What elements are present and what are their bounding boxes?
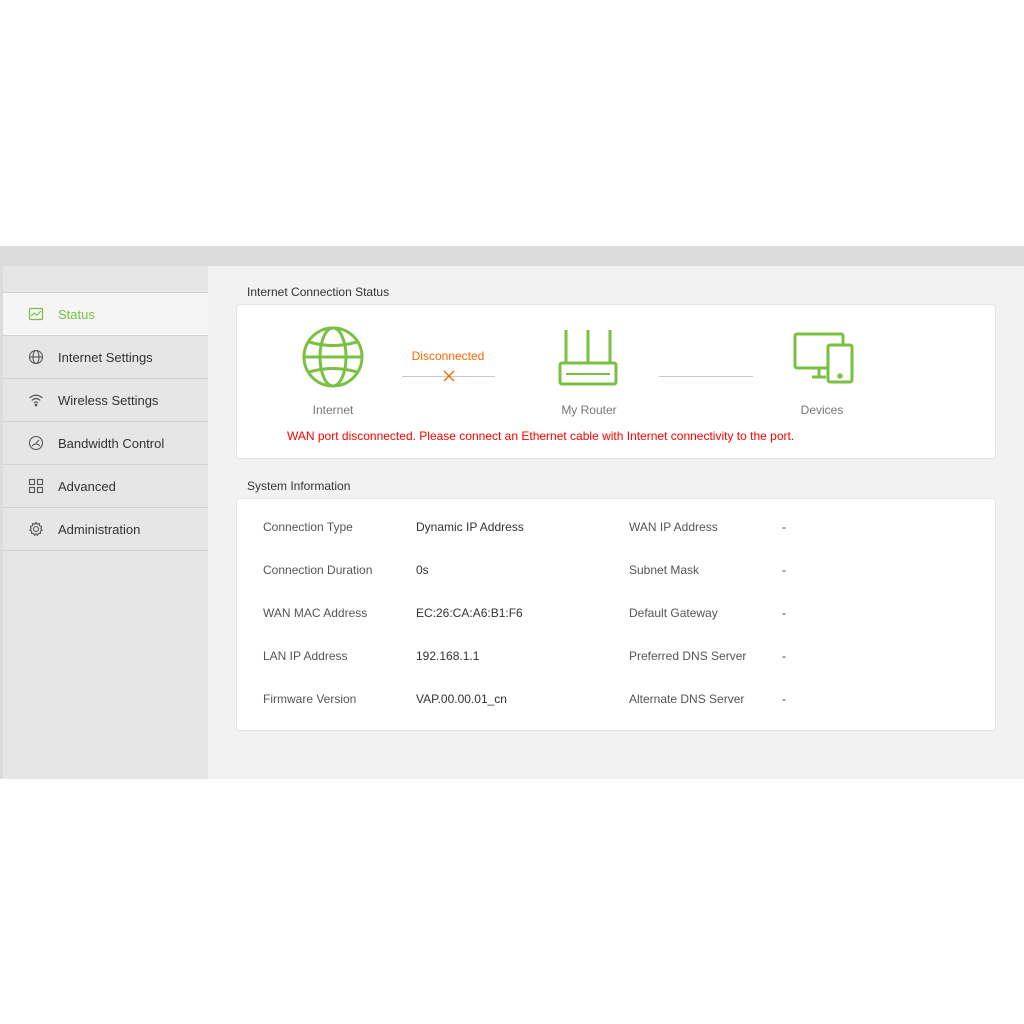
- internet-label: Internet: [312, 403, 354, 417]
- system-info-title: System Information: [247, 479, 351, 493]
- gauge-icon: [28, 435, 44, 451]
- sidebar-item-internet-settings[interactable]: Internet Settings: [3, 336, 208, 379]
- preferred-dns-label: Preferred DNS Server: [629, 649, 747, 663]
- connection-status-card: Internet Disconnected My Router Devices …: [236, 304, 996, 459]
- sidebar-item-bandwidth-control[interactable]: Bandwidth Control: [3, 422, 208, 465]
- sidebar-item-wireless-settings[interactable]: Wireless Settings: [3, 379, 208, 422]
- connection-status-text: Disconnected: [411, 349, 485, 363]
- connection-type-value: Dynamic IP Address: [416, 520, 524, 534]
- subnet-mask-value: -: [782, 563, 786, 577]
- grid-icon: [28, 478, 44, 494]
- sidebar-item-label: Advanced: [58, 478, 116, 494]
- alternate-dns-value: -: [782, 692, 786, 706]
- firmware-version-label: Firmware Version: [263, 692, 357, 706]
- preferred-dns-value: -: [782, 649, 786, 663]
- default-gateway-value: -: [782, 606, 786, 620]
- wifi-icon: [28, 392, 44, 408]
- connection-duration-value: 0s: [416, 563, 429, 577]
- system-info-card: Connection Type Dynamic IP Address WAN I…: [236, 498, 996, 731]
- sidebar-item-label: Internet Settings: [58, 349, 153, 365]
- devices-icon: [792, 331, 856, 385]
- status-chart-icon: [28, 306, 44, 322]
- disconnected-x-icon: [442, 369, 456, 383]
- sidebar-item-label: Bandwidth Control: [58, 435, 165, 451]
- default-gateway-label: Default Gateway: [629, 606, 718, 620]
- lan-ip-value: 192.168.1.1: [416, 649, 480, 663]
- wan-ip-value: -: [782, 520, 786, 534]
- wan-ip-label: WAN IP Address: [629, 520, 718, 534]
- lan-ip-label: LAN IP Address: [263, 649, 348, 663]
- alternate-dns-label: Alternate DNS Server: [629, 692, 745, 706]
- connection-status-title: Internet Connection Status: [247, 285, 390, 299]
- globe-icon: [28, 349, 44, 365]
- sidebar-item-status[interactable]: Status: [3, 293, 208, 336]
- gear-icon: [28, 521, 44, 537]
- sidebar-item-administration[interactable]: Administration: [3, 508, 208, 551]
- wan-error-message: WAN port disconnected. Please connect an…: [287, 429, 795, 443]
- sidebar-item-advanced[interactable]: Advanced: [3, 465, 208, 508]
- router-devices-link-line: [659, 376, 753, 377]
- internet-globe-icon: [301, 325, 365, 389]
- wan-mac-label: WAN MAC Address: [263, 606, 368, 620]
- sidebar-item-label: Wireless Settings: [58, 392, 159, 408]
- firmware-version-value: VAP.00.00.01_cn: [416, 692, 507, 706]
- sidebar-item-label: Status: [58, 306, 95, 322]
- sidebar: Status Internet Settings Wireless Settin…: [3, 266, 208, 779]
- router-icon: [557, 327, 619, 387]
- connection-duration-label: Connection Duration: [263, 563, 373, 577]
- devices-label: Devices: [800, 403, 844, 417]
- router-admin-app: Status Internet Settings Wireless Settin…: [0, 246, 1024, 779]
- wan-mac-value: EC:26:CA:A6:B1:F6: [416, 606, 523, 620]
- router-label: My Router: [561, 403, 617, 417]
- sidebar-item-label: Administration: [58, 521, 141, 537]
- connection-type-label: Connection Type: [263, 520, 353, 534]
- main-content: Internet Connection Status Internet Disc…: [208, 266, 1024, 779]
- subnet-mask-label: Subnet Mask: [629, 563, 700, 577]
